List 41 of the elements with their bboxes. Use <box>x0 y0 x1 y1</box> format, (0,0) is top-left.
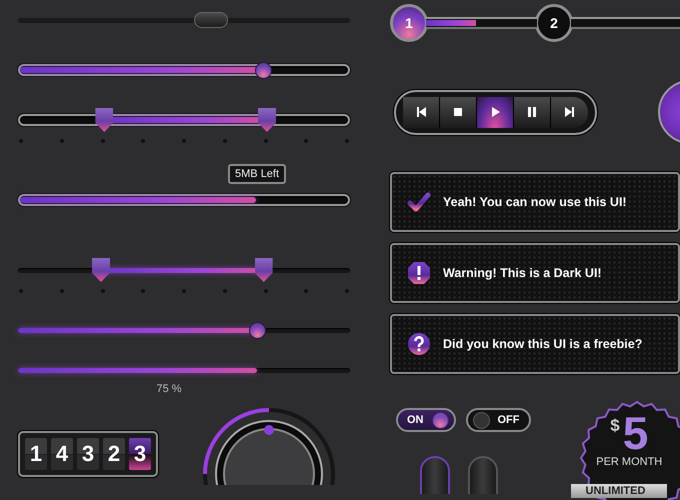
step-circle[interactable]: 2 <box>535 4 573 42</box>
tooltip: 5MB Left <box>228 164 286 184</box>
slider-handle[interactable] <box>95 108 114 132</box>
check-icon <box>407 190 431 214</box>
step-circle[interactable]: 1 <box>390 4 428 42</box>
counter-digit: 2 <box>103 438 125 470</box>
progress-label: 75 % <box>155 383 183 395</box>
currency-symbol: $ <box>610 416 620 436</box>
counter-digit: 4 <box>51 438 73 470</box>
alert-message: Did you know this UI is a freebie? <box>443 337 642 351</box>
slider-handle[interactable] <box>194 12 228 28</box>
slider-handle[interactable] <box>255 62 272 78</box>
price-period: PER MONTH <box>595 456 664 468</box>
play-icon <box>489 106 501 118</box>
previous-icon <box>415 106 427 118</box>
price-amount: 5 <box>622 410 648 456</box>
stop-icon <box>452 106 464 118</box>
pause-icon <box>526 106 538 118</box>
slider[interactable] <box>18 258 350 282</box>
alert-message: Warning! This is a Dark UI! <box>443 266 602 280</box>
next-icon <box>564 106 576 118</box>
play-button[interactable] <box>477 96 514 128</box>
slider-handle[interactable] <box>248 322 266 338</box>
pause-button[interactable] <box>514 96 551 128</box>
slider-handle[interactable] <box>258 108 276 132</box>
slider-handle[interactable] <box>254 258 273 282</box>
counter-digit: 3 <box>77 438 99 470</box>
warning-icon <box>407 261 431 285</box>
counter-digit: 1 <box>25 438 47 470</box>
toggle-switch[interactable]: ON <box>396 408 456 432</box>
rotary-knob[interactable] <box>215 420 323 485</box>
question-icon <box>407 332 431 356</box>
toggle-switch[interactable]: OFF <box>466 408 530 432</box>
slider[interactable] <box>18 108 350 132</box>
stop-button[interactable] <box>440 96 477 128</box>
counter-digit: 3 <box>129 438 151 470</box>
alert-message: Yeah! You can now use this UI! <box>443 195 627 209</box>
slider-handle[interactable] <box>92 258 110 282</box>
plan-ribbon: UNLIMITED <box>570 484 666 498</box>
previous-button[interactable] <box>403 96 440 128</box>
next-button[interactable] <box>551 96 588 128</box>
